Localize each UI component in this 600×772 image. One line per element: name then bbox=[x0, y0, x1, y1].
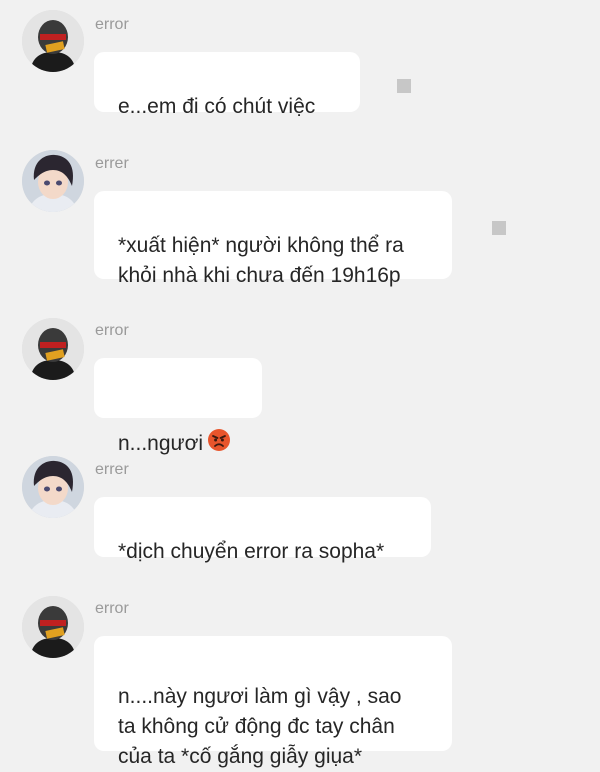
anime-boy-avatar[interactable] bbox=[22, 456, 84, 518]
message-bubble[interactable]: n....này ngươi làm gì vậy , sao ta không… bbox=[94, 636, 452, 768]
square-icon bbox=[492, 221, 506, 235]
message-bubble[interactable]: n...ngươi bbox=[94, 358, 262, 455]
message-text: n....này ngươi làm gì vậy , sao ta không… bbox=[118, 685, 402, 768]
masked-helmet-avatar[interactable] bbox=[22, 318, 84, 380]
sender-name: errer bbox=[95, 155, 129, 172]
message-bubble[interactable]: e...em đi có chút việc bbox=[94, 52, 360, 118]
sender-name: error bbox=[95, 600, 129, 617]
square-icon bbox=[397, 79, 411, 93]
message-bubble[interactable]: *xuất hiện* người không thể ra khỏi nhà … bbox=[94, 191, 452, 287]
message-text: e...em đi có chút việc bbox=[118, 95, 316, 118]
message-text: *dịch chuyển error ra sopha* bbox=[118, 540, 385, 563]
sender-name: error bbox=[95, 16, 129, 33]
angry-face-icon bbox=[207, 398, 231, 461]
message-text: *xuất hiện* người không thể ra khỏi nhà … bbox=[118, 234, 404, 287]
masked-helmet-avatar[interactable] bbox=[22, 10, 84, 72]
message-bubble[interactable]: *dịch chuyển error ra sopha* bbox=[94, 497, 431, 563]
sender-name: errer bbox=[95, 461, 129, 478]
chat-log: error e...em đi có chút việc errer *xuất… bbox=[0, 0, 600, 768]
masked-helmet-avatar[interactable] bbox=[22, 596, 84, 658]
message-text: n...ngươi bbox=[118, 432, 204, 455]
sender-name: error bbox=[95, 322, 129, 339]
anime-boy-avatar[interactable] bbox=[22, 150, 84, 212]
